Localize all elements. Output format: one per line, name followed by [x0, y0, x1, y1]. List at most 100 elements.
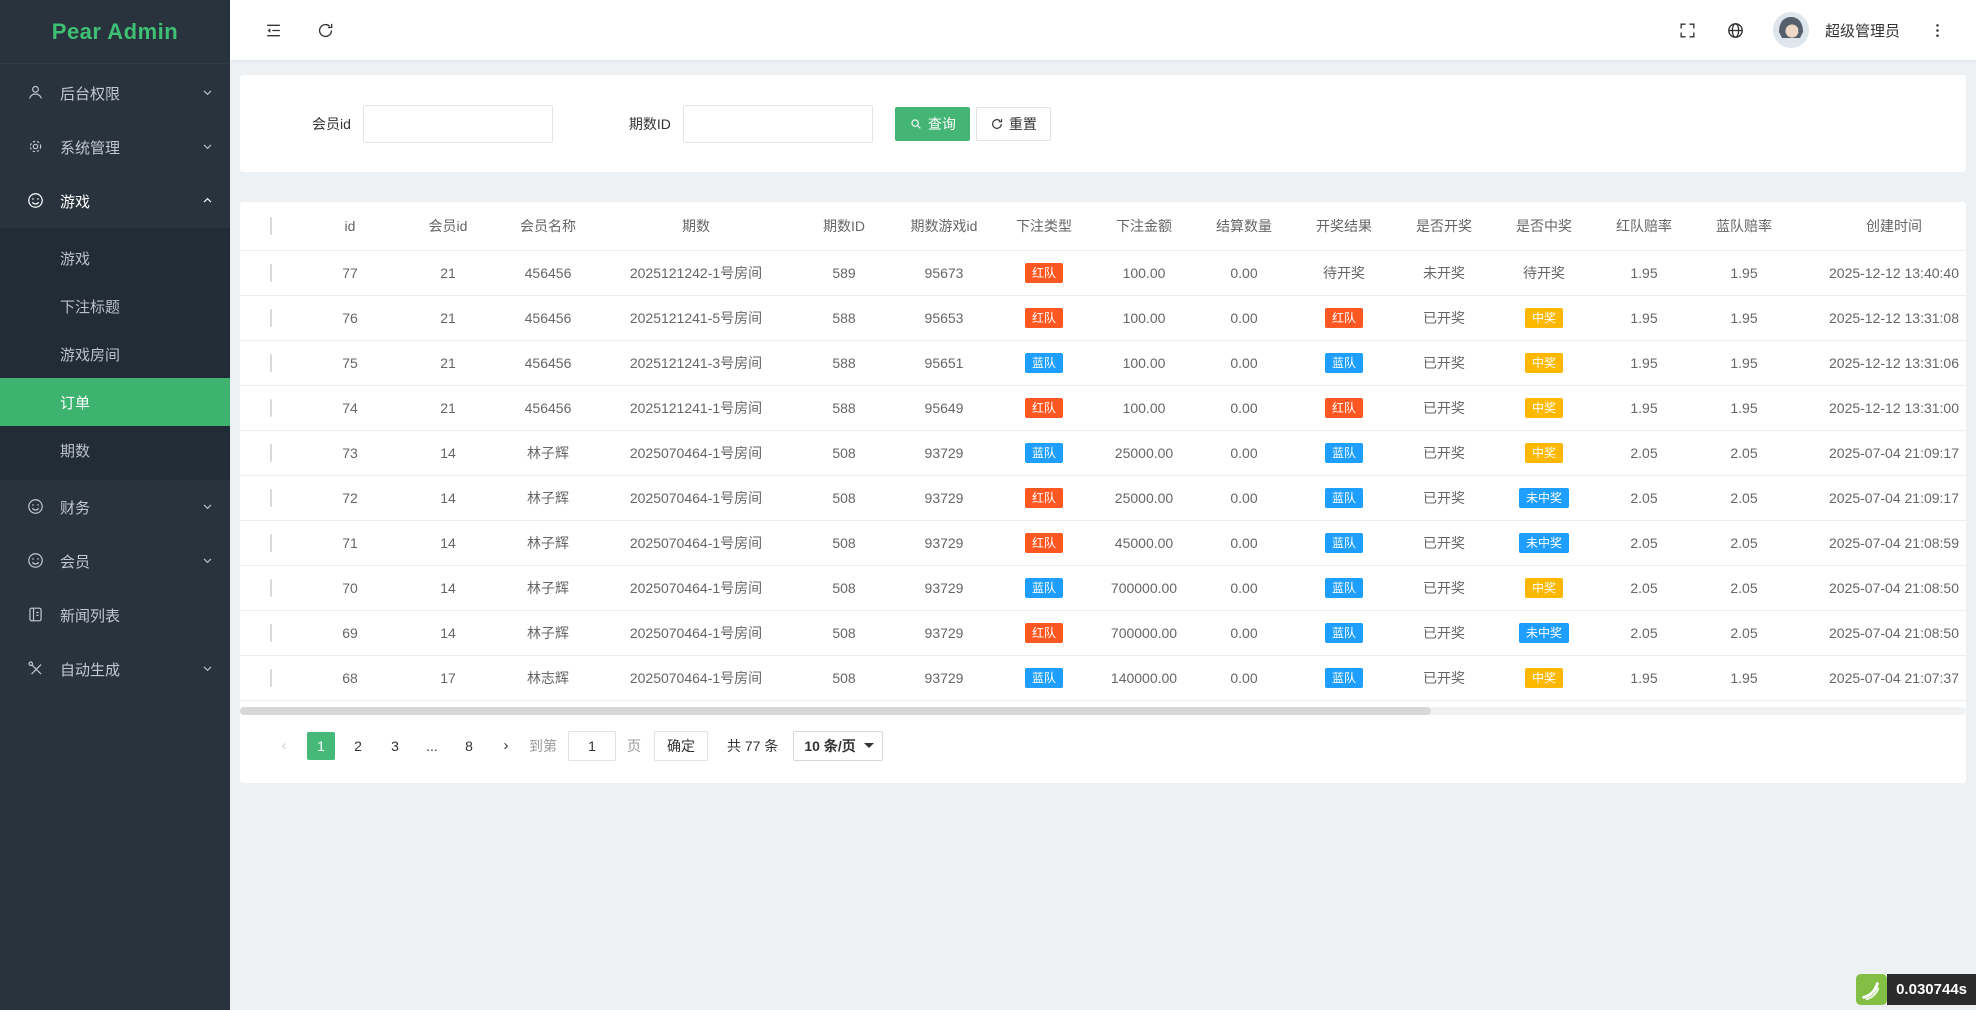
sidebar-subitem-bet-title[interactable]: 下注标题 [0, 282, 230, 330]
column-header: 下注类型 [994, 202, 1094, 250]
cell-result: 红队 [1294, 295, 1394, 340]
page-next-button[interactable]: › [492, 732, 520, 760]
sidebar-item-game[interactable]: 游戏 [0, 174, 230, 228]
search-form-card: 会员id 期数ID 查询 重置 [240, 75, 1966, 172]
cell-red_odds: 2.05 [1594, 475, 1694, 520]
row-checkbox-cell [240, 520, 302, 565]
row-checkbox-cell [240, 340, 302, 385]
bet_type-badge: 蓝队 [1025, 353, 1063, 373]
cell-member_id: 14 [398, 520, 498, 565]
sidebar-item-backend-permission[interactable]: 后台权限 [0, 66, 230, 120]
cell-settle_qty: 0.00 [1194, 385, 1294, 430]
select-all-checkbox[interactable] [270, 217, 272, 235]
cell-created: 2025-07-04 21:08:50 [1794, 610, 1966, 655]
bet_type-badge: 蓝队 [1025, 668, 1063, 688]
cell-result: 蓝队 [1294, 430, 1394, 475]
win_status-badge: 中奖 [1525, 668, 1563, 688]
page-number-8[interactable]: 8 [455, 732, 483, 760]
row-checkbox[interactable] [270, 624, 272, 642]
page-size-select[interactable]: 10 条/页 [793, 731, 883, 761]
column-header: 期数 [598, 202, 794, 250]
sidebar-subitem-game-room[interactable]: 游戏房间 [0, 330, 230, 378]
sidebar: Pear Admin 后台权限系统管理游戏游戏下注标题游戏房间订单期数财务会员新… [0, 0, 230, 1010]
row-checkbox[interactable] [270, 399, 272, 417]
jump-prefix-label: 到第 [529, 736, 557, 756]
sidebar-item-finance[interactable]: 财务 [0, 480, 230, 534]
cell-period_game_id: 93729 [894, 610, 994, 655]
user-name[interactable]: 超级管理员 [1825, 20, 1900, 41]
result-badge: 蓝队 [1325, 578, 1363, 598]
table-row: 74214564562025121241-1号房间58895649红队100.0… [240, 385, 1966, 430]
cell-period_game_id: 93729 [894, 565, 994, 610]
cell-member_name: 林子辉 [498, 475, 598, 520]
row-checkbox[interactable] [270, 264, 272, 282]
sidebar-item-member[interactable]: 会员 [0, 534, 230, 588]
row-checkbox[interactable] [270, 489, 272, 507]
row-checkbox[interactable] [270, 444, 272, 462]
period-id-input[interactable] [683, 105, 873, 143]
sidebar-item-auto-generate[interactable]: 自动生成 [0, 642, 230, 696]
horizontal-scrollbar[interactable] [240, 707, 1966, 715]
page-number-1[interactable]: 1 [307, 732, 335, 760]
cell-period_game_id: 95649 [894, 385, 994, 430]
cell-member_id: 21 [398, 250, 498, 295]
page-number-2[interactable]: 2 [344, 732, 372, 760]
cell-win_status: 未中奖 [1494, 475, 1594, 520]
menu-fold-icon[interactable] [262, 19, 284, 41]
cell-member_id: 21 [398, 385, 498, 430]
cell-win_status: 未中奖 [1494, 520, 1594, 565]
table-header-row: id会员id会员名称期数期数ID期数游戏id下注类型下注金额结算数量开奖结果是否… [240, 202, 1966, 250]
cell-period_game_id: 93729 [894, 520, 994, 565]
sidebar-subitem-game[interactable]: 游戏 [0, 234, 230, 282]
row-checkbox-cell [240, 610, 302, 655]
cell-settle_qty: 0.00 [1194, 430, 1294, 475]
cell-win_status: 中奖 [1494, 565, 1594, 610]
period-id-label: 期数ID [629, 114, 671, 134]
cell-red_odds: 1.95 [1594, 250, 1694, 295]
row-checkbox[interactable] [270, 534, 272, 552]
globe-icon[interactable] [1725, 19, 1747, 41]
cell-id: 70 [302, 565, 398, 610]
page-number-3[interactable]: 3 [381, 732, 409, 760]
cell-blue_odds: 2.05 [1694, 430, 1794, 475]
cell-period_id: 588 [794, 385, 894, 430]
page-prev-button[interactable]: ‹ [270, 732, 298, 760]
search-button[interactable]: 查询 [895, 107, 970, 141]
cell-period_game_id: 93729 [894, 475, 994, 520]
chevron-down-icon [200, 661, 216, 677]
row-checkbox[interactable] [270, 579, 272, 597]
cell-red_odds: 2.05 [1594, 565, 1694, 610]
more-vertical-icon[interactable] [1926, 19, 1948, 41]
cell-win_status: 中奖 [1494, 385, 1594, 430]
win_status-badge: 未中奖 [1519, 533, 1569, 553]
sidebar-item-news-list[interactable]: 新闻列表 [0, 588, 230, 642]
row-checkbox[interactable] [270, 309, 272, 327]
jump-page-input[interactable] [568, 731, 616, 761]
trace-badge[interactable]: 0.030744s [1856, 974, 1976, 1005]
chevron-down-icon [200, 85, 216, 101]
cell-member_id: 21 [398, 340, 498, 385]
jump-confirm-button[interactable]: 确定 [654, 731, 708, 761]
refresh-icon[interactable] [314, 19, 336, 41]
row-checkbox[interactable] [270, 354, 272, 372]
cell-id: 69 [302, 610, 398, 655]
cell-period_game_id: 93729 [894, 430, 994, 475]
cell-blue_odds: 2.05 [1694, 520, 1794, 565]
table-scroll-area: id会员id会员名称期数期数ID期数游戏id下注类型下注金额结算数量开奖结果是否… [240, 202, 1966, 701]
sidebar-item-system-manage[interactable]: 系统管理 [0, 120, 230, 174]
member-id-input[interactable] [363, 105, 553, 143]
cell-member_name: 456456 [498, 385, 598, 430]
scrollbar-thumb[interactable] [240, 707, 1431, 715]
user-avatar[interactable] [1773, 12, 1809, 48]
sidebar-subitem-order[interactable]: 订单 [0, 378, 230, 426]
topbar-left [262, 19, 336, 41]
sidebar-subitem-period[interactable]: 期数 [0, 426, 230, 474]
win_status-badge: 中奖 [1525, 353, 1563, 373]
cell-period: 2025121242-1号房间 [598, 250, 794, 295]
fullscreen-icon[interactable] [1677, 19, 1699, 41]
row-checkbox[interactable] [270, 669, 272, 687]
reset-button[interactable]: 重置 [976, 107, 1051, 141]
bet_type-badge: 红队 [1025, 533, 1063, 553]
sidebar-menu: 后台权限系统管理游戏游戏下注标题游戏房间订单期数财务会员新闻列表自动生成 [0, 64, 230, 696]
cell-win_status: 中奖 [1494, 340, 1594, 385]
